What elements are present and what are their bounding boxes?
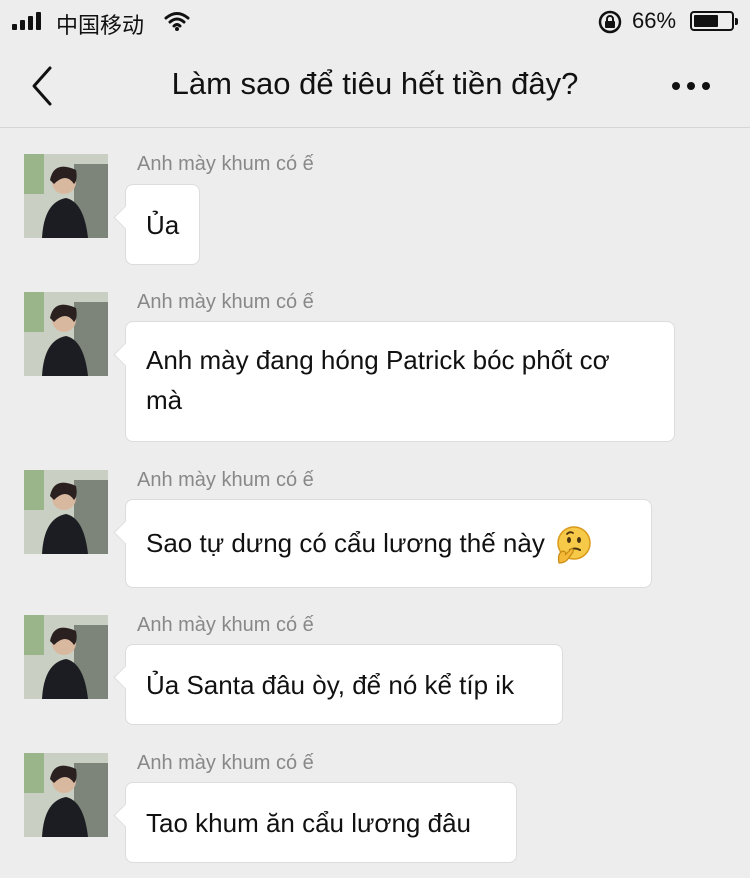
chevron-left-icon [32,66,52,106]
message-text-line: Anh mày đang hóng Patrick bóc phốt cơ [146,345,610,375]
sender-name: Anh mày khum có ế [137,291,314,313]
more-options-button[interactable] [672,78,716,94]
avatar[interactable] [24,292,108,376]
sender-name: Anh mày khum có ế [137,469,314,491]
sender-name: Anh mày khum có ế [137,614,314,636]
battery-percentage: 66% [632,8,677,33]
avatar[interactable] [24,154,108,238]
message-text: Ủa Santa đâu òy, để nó kể típ ik [146,670,515,700]
rotation-lock-icon [597,9,623,41]
message-text: Sao tự dưng có cẩu lương thế này [146,528,545,558]
message-bubble[interactable]: Tao khum ăn cẩu lương đâu [125,782,517,863]
battery-fill [694,15,718,27]
message-list[interactable]: Anh mày khum có ế Ủa Anh mày khum có ế A… [0,129,750,878]
message-bubble[interactable]: Sao tự dưng có cẩu lương thế này [125,499,652,588]
avatar[interactable] [24,470,108,554]
message-bubble[interactable]: Anh mày đang hóng Patrick bóc phốt cơ mà [125,321,675,442]
thinking-face-emoji-icon [553,525,593,565]
back-button[interactable] [26,64,66,108]
battery-icon [690,11,738,31]
more-dot-icon [702,82,710,90]
message-text: Ủa [146,210,180,240]
more-dot-icon [687,82,695,90]
message-bubble[interactable]: Ủa Santa đâu òy, để nó kể típ ik [125,644,563,725]
signal-strength-icon [12,12,41,30]
avatar[interactable] [24,615,108,699]
message-text-line: mà [146,385,183,415]
nav-bar: Làm sao để tiêu hết tiền đây? [0,44,750,128]
chat-title: Làm sao để tiêu hết tiền đây? [171,66,579,101]
message-bubble[interactable]: Ủa [125,184,201,265]
status-bar: 中国移动 66% [0,0,750,44]
sender-name: Anh mày khum có ế [137,153,314,175]
avatar[interactable] [24,753,108,837]
more-dot-icon [672,82,680,90]
battery-tip [735,18,738,25]
message-text: Tao khum ăn cẩu lương đâu [146,808,471,838]
sender-name: Anh mày khum có ế [137,752,314,774]
wifi-icon [164,10,190,38]
carrier-name: 中国移动 [56,13,145,38]
